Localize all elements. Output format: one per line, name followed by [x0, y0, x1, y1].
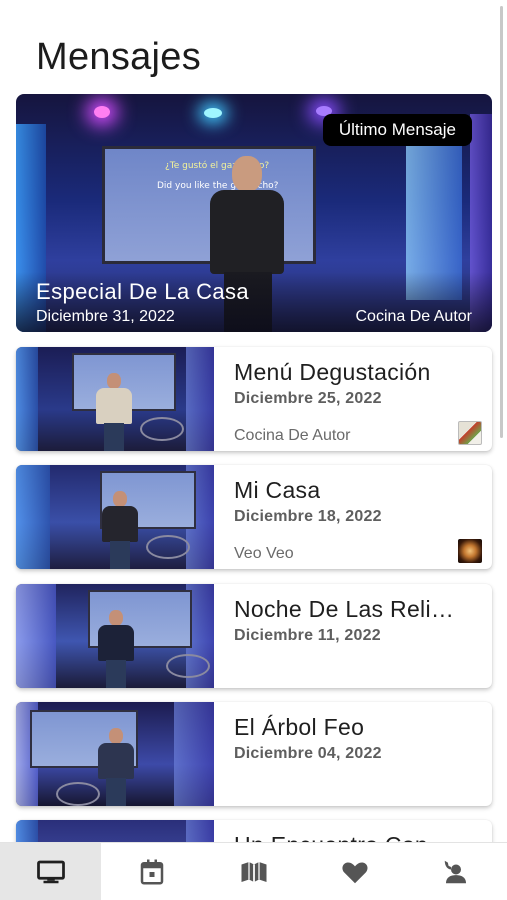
message-thumbnail: [16, 347, 214, 451]
page-title: Mensajes: [36, 36, 202, 78]
nav-tab-contact[interactable]: [406, 843, 507, 900]
veo-veo-series-thumb-icon: [458, 539, 482, 563]
message-card[interactable]: Mi Casa Diciembre 18, 2022 Veo Veo: [16, 465, 492, 569]
nav-tab-study[interactable]: [203, 843, 304, 900]
message-date: Diciembre 25, 2022: [234, 390, 382, 407]
featured-title: Especial De La Casa: [36, 279, 250, 304]
message-title: Mi Casa: [234, 477, 321, 503]
heart-icon: [342, 862, 368, 883]
contact-phone-icon: [445, 860, 467, 883]
message-title: Noche De Las Religiones: [234, 596, 462, 622]
message-date: Diciembre 11, 2022: [234, 627, 381, 644]
calendar-icon: [140, 859, 164, 884]
stage-spotlight: [94, 106, 110, 118]
message-thumbnail: [16, 702, 214, 806]
monitor-icon: [36, 860, 65, 883]
message-title: Menú Degustación: [234, 359, 431, 385]
bottom-navigation: [0, 842, 507, 900]
message-thumbnail: [16, 584, 214, 688]
message-thumbnail: [16, 465, 214, 569]
message-card[interactable]: Menú Degustación Diciembre 25, 2022 Coci…: [16, 347, 492, 451]
scrollbar[interactable]: [500, 6, 503, 438]
featured-date: Diciembre 31, 2022: [36, 308, 175, 325]
nav-tab-events[interactable]: [101, 843, 202, 900]
message-card[interactable]: Noche De Las Religiones Diciembre 11, 20…: [16, 584, 492, 688]
message-title: El Árbol Feo: [234, 714, 365, 740]
nav-tab-messages[interactable]: [0, 843, 102, 900]
message-date: Diciembre 04, 2022: [234, 745, 382, 762]
nav-tab-give[interactable]: [304, 843, 405, 900]
featured-message-card[interactable]: ¿Te gustó el gazpacho? Did you like the …: [16, 94, 492, 332]
message-series: Cocina De Autor: [234, 427, 351, 444]
stage-spotlight: [204, 108, 222, 118]
latest-message-badge: Último Mensaje: [322, 114, 472, 146]
message-card[interactable]: El Árbol Feo Diciembre 04, 2022: [16, 702, 492, 806]
message-date: Diciembre 18, 2022: [234, 508, 382, 525]
map-book-icon: [241, 861, 267, 882]
featured-series: Cocina De Autor: [355, 308, 472, 325]
cocina-series-thumb-icon: [458, 421, 482, 445]
message-series: Veo Veo: [234, 545, 294, 562]
